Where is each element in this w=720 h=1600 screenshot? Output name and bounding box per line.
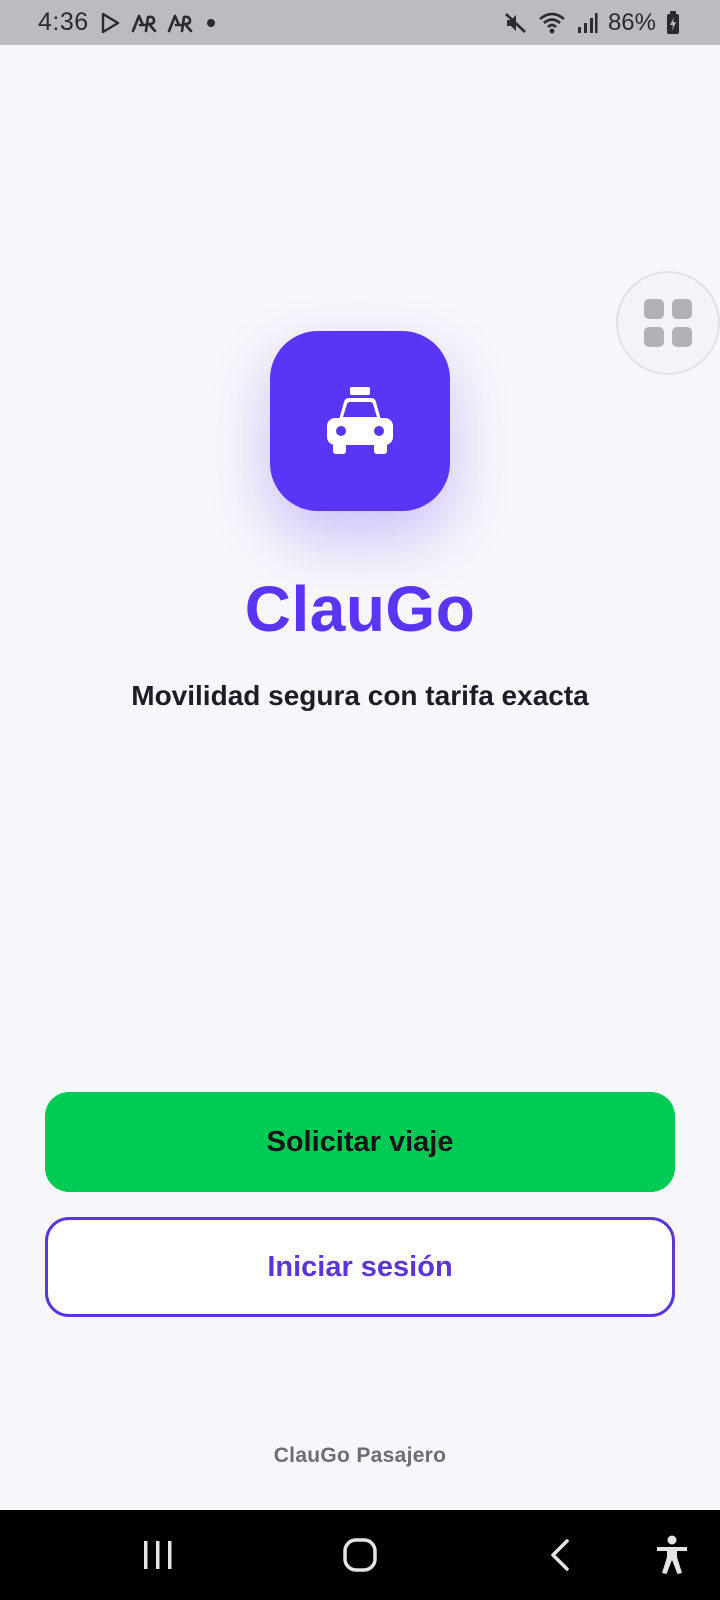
app-logo xyxy=(270,331,450,511)
recents-icon xyxy=(144,1541,172,1569)
ar-icon xyxy=(131,13,157,33)
dot-icon xyxy=(206,18,215,27)
footer-label: ClauGo Pasajero xyxy=(273,1444,447,1467)
ar-icon xyxy=(167,13,193,33)
status-bar: 4:36 86% xyxy=(0,0,720,45)
login-button[interactable]: Iniciar sesión xyxy=(45,1217,675,1317)
status-left: 4:36 xyxy=(38,8,215,37)
request-ride-button[interactable]: Solicitar viaje xyxy=(45,1092,675,1192)
mute-icon xyxy=(504,11,528,35)
status-time: 4:36 xyxy=(38,8,89,36)
back-icon xyxy=(551,1539,569,1571)
accessibility-icon xyxy=(657,1535,687,1574)
taxi-icon xyxy=(327,387,393,454)
app-subtitle: Movilidad segura con tarifa exacta xyxy=(131,680,589,711)
battery-percentage: 86% xyxy=(607,8,656,36)
battery-charging-icon xyxy=(666,10,680,35)
request-ride-label: Solicitar viaje xyxy=(266,1125,454,1158)
accessibility-button[interactable] xyxy=(632,1510,712,1600)
signal-icon xyxy=(576,12,598,34)
wifi-icon xyxy=(538,11,566,35)
grid-icon xyxy=(644,299,692,347)
login-label: Iniciar sesión xyxy=(267,1250,453,1283)
navigation-bar xyxy=(0,1510,720,1600)
home-button[interactable] xyxy=(320,1510,400,1600)
recents-button[interactable] xyxy=(118,1510,198,1600)
floating-apps-button[interactable] xyxy=(616,271,720,375)
back-button[interactable] xyxy=(520,1510,600,1600)
app-title: ClauGo xyxy=(244,573,476,645)
home-icon xyxy=(343,1538,377,1572)
play-store-icon xyxy=(99,12,121,34)
status-right: 86% xyxy=(504,9,680,37)
